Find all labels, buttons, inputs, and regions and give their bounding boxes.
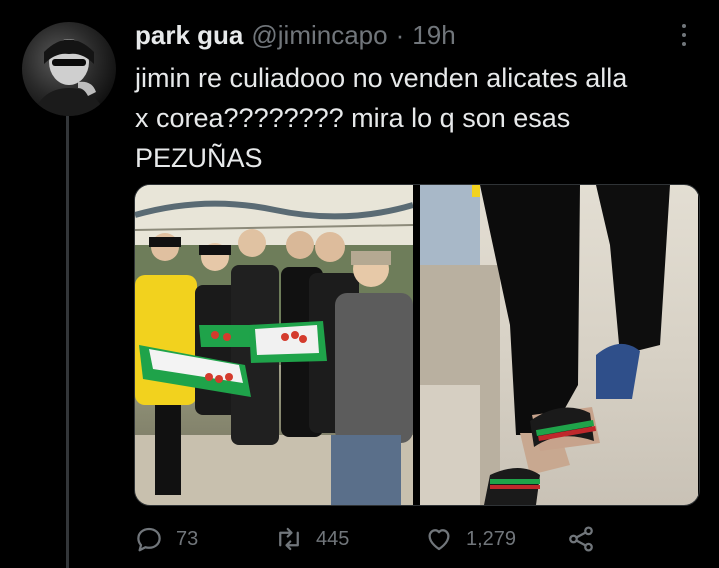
heart-icon [428, 529, 450, 551]
tweet-text-line: jimin re culiadooo no venden alicates al… [135, 63, 628, 93]
display-name[interactable]: park gua [135, 20, 243, 51]
reply-icon [137, 527, 161, 552]
avatar[interactable] [22, 22, 116, 116]
photo-group-strawberries[interactable] [135, 185, 413, 505]
more-icon[interactable] [672, 22, 696, 48]
timestamp[interactable]: 19h [412, 20, 455, 51]
thread-line [66, 112, 69, 568]
share-button[interactable] [566, 522, 596, 556]
retweet-count: 445 [316, 527, 350, 550]
reply-count: 73 [176, 527, 199, 550]
tweet-actions: 73 445 1,279 [134, 522, 614, 556]
separator-dot: · [395, 20, 405, 50]
retweet-icon [279, 527, 299, 551]
photo-feet-slides[interactable] [420, 185, 698, 505]
share-icon [569, 526, 593, 552]
reply-button[interactable]: 73 [134, 522, 198, 556]
media-grid [134, 184, 700, 506]
tweet-header: park gua @jimincapo · 19h [135, 20, 456, 54]
tweet-text-line: x corea???????? mira lo q son esas [135, 103, 571, 133]
tweet-text-line: PEZUÑAS [135, 143, 263, 173]
like-count: 1,279 [466, 527, 517, 550]
tweet-text: jimin re culiadooo no venden alicates al… [135, 58, 695, 178]
retweet-button[interactable]: 445 [274, 522, 349, 556]
user-handle[interactable]: @jimincapo [251, 20, 387, 51]
avatar-image [32, 39, 106, 116]
like-button[interactable]: 1,279 [424, 522, 516, 556]
